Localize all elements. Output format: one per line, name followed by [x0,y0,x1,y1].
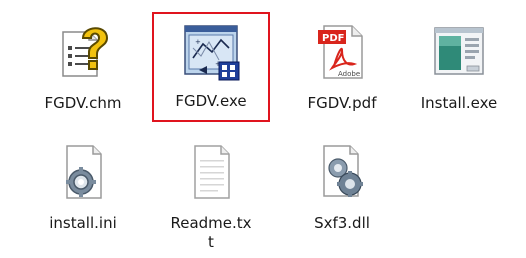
file-name: Sxf3.dll [314,214,370,232]
svg-text:+: + [195,38,201,46]
file-name: Install.exe [420,94,498,112]
installer-icon [400,14,518,84]
file-name: FGDV.exe [175,92,247,110]
file-name: FGDV.chm [44,94,122,112]
svg-text:Adobe: Adobe [338,70,360,78]
text-file-icon [152,134,270,204]
file-item-install-ini[interactable]: install.ini [24,134,142,242]
file-item-fgdv-pdf[interactable]: PDF Adobe FGDV.pdf [283,14,401,122]
file-name: FGDV.pdf [307,94,377,112]
dll-file-icon [283,134,401,204]
file-item-sxf3-dll[interactable]: Sxf3.dll [283,134,401,242]
settings-file-icon [24,134,142,204]
file-item-install-exe[interactable]: Install.exe [400,14,518,122]
file-name: install.ini [49,214,117,232]
file-name-line-1: Readme.tx [170,214,252,232]
pdf-icon: PDF Adobe [283,14,401,84]
file-item-readme-txt[interactable]: Readme.tx t [152,134,270,258]
file-item-fgdv-chm[interactable]: FGDV.chm [24,14,142,122]
file-name-line-2: t [208,233,214,251]
application-icon: + + [154,14,268,84]
file-item-fgdv-exe[interactable]: + + FGDV.exe [152,12,270,122]
help-file-icon [24,14,142,84]
svg-text:PDF: PDF [322,33,344,44]
